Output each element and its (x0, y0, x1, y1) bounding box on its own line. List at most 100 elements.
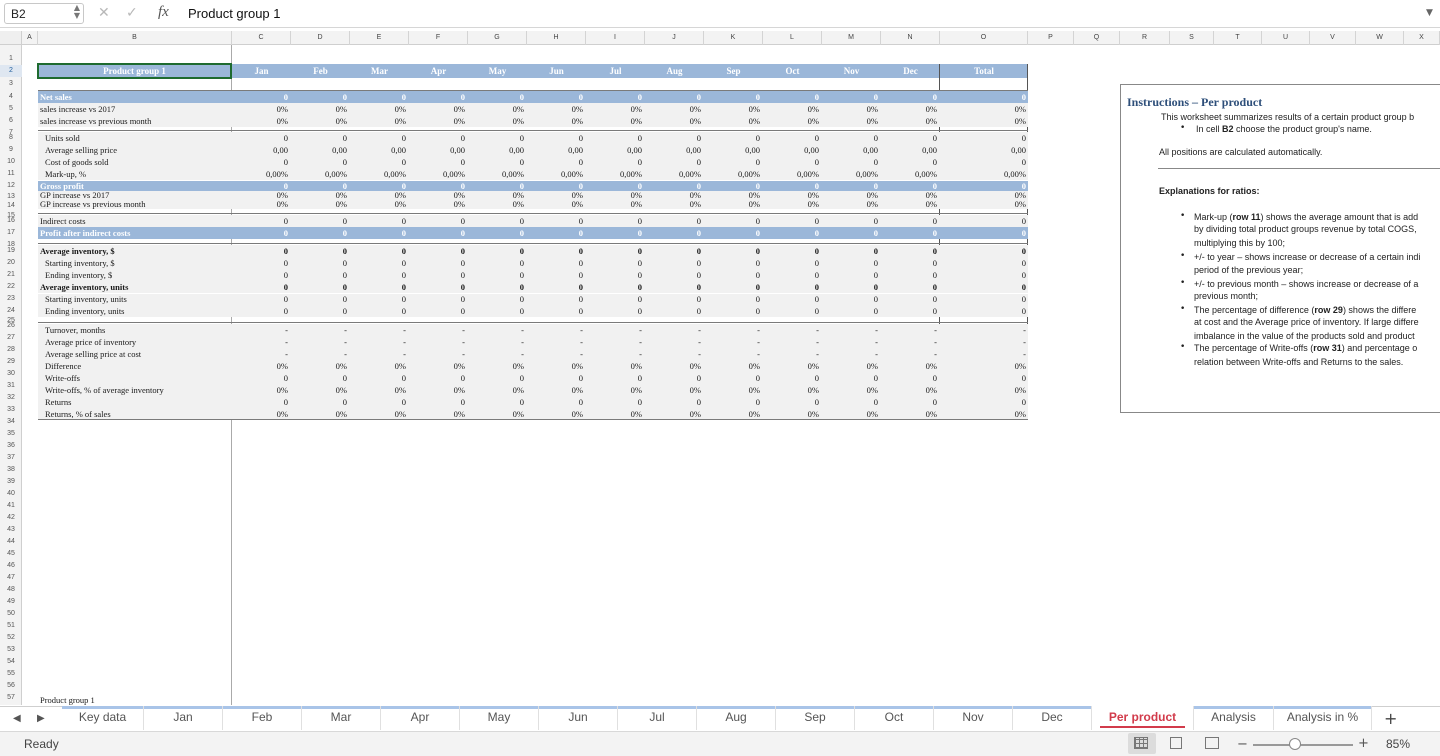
tab-scroll-right-icon[interactable]: ▶ (37, 713, 45, 724)
cell-value[interactable]: 0 (704, 227, 760, 239)
cell-value[interactable]: 0 (645, 293, 701, 305)
cell-value[interactable]: 0% (527, 360, 583, 372)
cell-value[interactable]: 0% (586, 384, 642, 396)
cell-value[interactable]: 0% (822, 384, 878, 396)
cell-value[interactable]: 0 (468, 372, 524, 384)
total-value[interactable]: - (940, 324, 1026, 336)
cell-value[interactable]: 0% (527, 115, 583, 127)
cell-value[interactable]: 0 (704, 215, 760, 227)
cell-value[interactable]: 0 (763, 91, 819, 103)
cell-value[interactable]: 0% (468, 384, 524, 396)
cell-value[interactable]: 0 (232, 132, 288, 144)
page-break-icon[interactable] (1205, 737, 1219, 749)
cell-value[interactable]: 0 (704, 396, 760, 408)
cell-value[interactable]: 0,00 (763, 144, 819, 156)
cell-value[interactable]: 0 (822, 293, 878, 305)
cell-value[interactable]: 0% (527, 384, 583, 396)
cell-value[interactable]: 0 (409, 281, 465, 293)
cell-value[interactable]: 0% (350, 200, 406, 209)
zoom-level[interactable]: 85% (1386, 737, 1410, 751)
cell-value[interactable]: 0 (409, 372, 465, 384)
total-value[interactable]: 0 (940, 215, 1026, 227)
cell-value[interactable]: 0 (645, 372, 701, 384)
cell-value[interactable]: 0% (527, 103, 583, 115)
total-value[interactable]: 0 (940, 132, 1026, 144)
cell-value[interactable]: 0% (350, 115, 406, 127)
cell-value[interactable]: 0 (645, 91, 701, 103)
cell-value[interactable]: 0 (409, 215, 465, 227)
cell-value[interactable]: - (822, 348, 878, 360)
cell-value[interactable]: 0 (763, 227, 819, 239)
cell-value[interactable]: 0 (645, 156, 701, 168)
cell-value[interactable]: 0% (704, 200, 760, 209)
tab-jan[interactable]: Jan (144, 706, 223, 730)
cell-value[interactable]: 0 (822, 156, 878, 168)
cell-value[interactable]: 0,00 (232, 144, 288, 156)
total-value[interactable]: 0 (940, 91, 1026, 103)
cell-value[interactable]: 0% (468, 360, 524, 372)
cell-value[interactable]: - (822, 324, 878, 336)
tab-nov[interactable]: Nov (934, 706, 1013, 730)
cell-value[interactable]: 0 (586, 372, 642, 384)
cell-value[interactable]: 0 (527, 91, 583, 103)
cell-value[interactable]: 0 (527, 305, 583, 317)
cell-value[interactable]: 0 (291, 281, 347, 293)
cell-value[interactable]: 0 (822, 396, 878, 408)
cell-value[interactable]: 0% (645, 103, 701, 115)
cell-value[interactable]: - (232, 348, 288, 360)
cell-value[interactable]: 0 (881, 293, 937, 305)
cell-value[interactable]: 0,00% (586, 168, 642, 180)
cell-value[interactable]: 0 (468, 269, 524, 281)
cell-value[interactable]: 0% (881, 200, 937, 209)
cell-value[interactable]: 0 (763, 257, 819, 269)
tab-jul[interactable]: Jul (618, 706, 697, 730)
cell-value[interactable]: 0,00 (645, 144, 701, 156)
cell-value[interactable]: 0 (881, 396, 937, 408)
cell-value[interactable]: 0 (586, 293, 642, 305)
cell-value[interactable]: 0 (468, 305, 524, 317)
cell-value[interactable]: 0 (232, 245, 288, 257)
cell-value[interactable]: 0 (350, 281, 406, 293)
cell-value[interactable]: 0 (350, 132, 406, 144)
cell-value[interactable]: - (291, 324, 347, 336)
cell-value[interactable]: 0,00 (704, 144, 760, 156)
cell-value[interactable]: 0 (763, 215, 819, 227)
cell-value[interactable]: 0% (822, 360, 878, 372)
cell-value[interactable]: 0 (468, 396, 524, 408)
cell-value[interactable]: 0,00% (881, 168, 937, 180)
total-value[interactable]: 0 (940, 156, 1026, 168)
cell-value[interactable]: 0 (645, 257, 701, 269)
cell-value[interactable]: 0 (822, 257, 878, 269)
total-value[interactable]: 0% (940, 360, 1026, 372)
zoom-in-icon[interactable]: + (1358, 736, 1369, 751)
cell-value[interactable]: 0% (527, 200, 583, 209)
cell-value[interactable]: - (881, 336, 937, 348)
cell-value[interactable]: 0 (527, 372, 583, 384)
cell-value[interactable]: 0 (586, 227, 642, 239)
cell-value[interactable]: 0% (468, 103, 524, 115)
cell-value[interactable]: 0 (586, 396, 642, 408)
cell-value[interactable]: - (350, 324, 406, 336)
cell-value[interactable]: 0 (350, 293, 406, 305)
cell-value[interactable]: 0 (527, 257, 583, 269)
cell-value[interactable]: 0 (291, 215, 347, 227)
cell-value[interactable]: 0% (468, 200, 524, 209)
cell-value[interactable]: 0 (586, 245, 642, 257)
cell-value[interactable]: 0 (232, 372, 288, 384)
cell-value[interactable]: 0% (409, 360, 465, 372)
cell-value[interactable]: 0% (291, 115, 347, 127)
tab-jun[interactable]: Jun (539, 706, 618, 730)
cell-value[interactable]: 0 (409, 227, 465, 239)
cell-value[interactable]: 0 (232, 91, 288, 103)
cell-value[interactable]: 0 (468, 281, 524, 293)
tab-apr[interactable]: Apr (381, 706, 460, 730)
cell-value[interactable]: 0,00 (468, 144, 524, 156)
cell-value[interactable]: 0% (704, 115, 760, 127)
cell-value[interactable]: 0 (468, 293, 524, 305)
cell-value[interactable]: 0% (409, 384, 465, 396)
total-value[interactable]: 0 (940, 281, 1026, 293)
cell-value[interactable]: 0 (822, 215, 878, 227)
cell-value[interactable]: 0 (409, 245, 465, 257)
cell-value[interactable]: 0 (822, 372, 878, 384)
cell-value[interactable]: 0,00 (409, 144, 465, 156)
